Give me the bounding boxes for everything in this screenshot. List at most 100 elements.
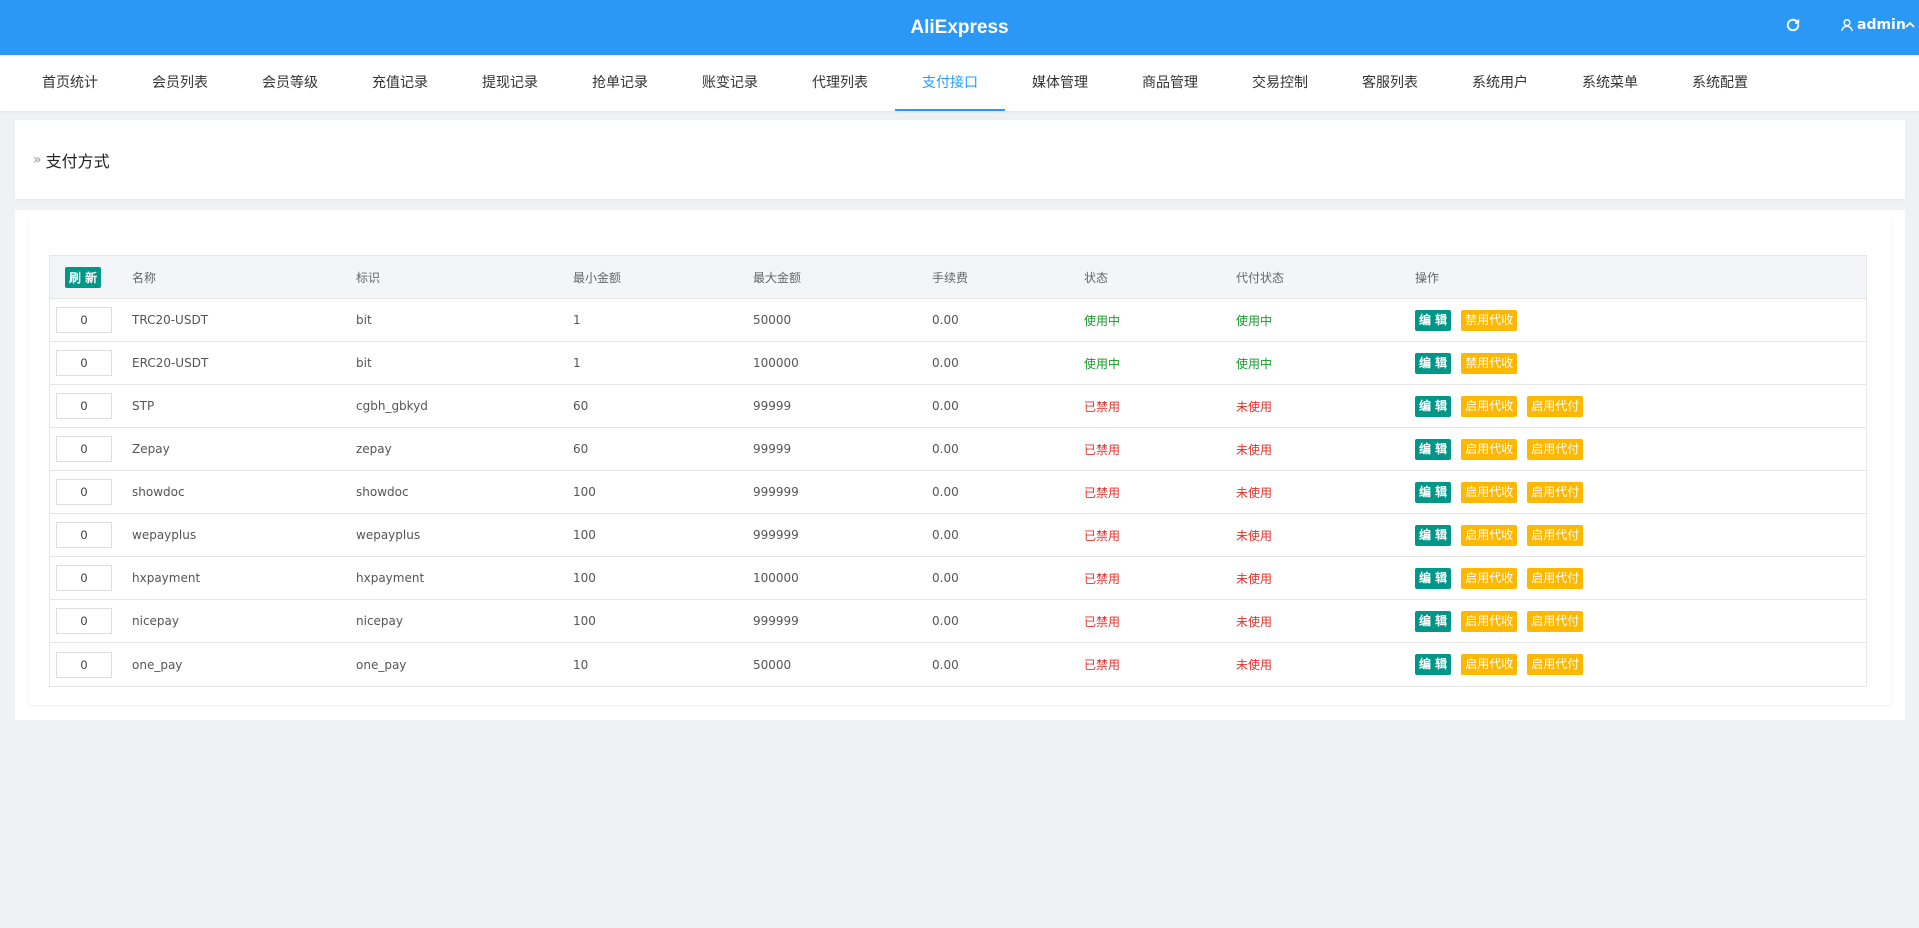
cell-code: hxpayment bbox=[356, 571, 425, 585]
toggle-collect-button[interactable]: 启用代收 bbox=[1461, 567, 1518, 589]
sort-input[interactable] bbox=[56, 479, 112, 505]
edit-button[interactable]: 编 辑 bbox=[1415, 481, 1452, 503]
toggle-collect-button[interactable]: 禁用代收 bbox=[1461, 352, 1518, 374]
cell-fee: 0.00 bbox=[932, 399, 959, 413]
table-card: 刷 新 名称 标识 最小金额 最大金额 手续费 状态 代付状态 操作 TRC20… bbox=[29, 215, 1891, 705]
edit-button[interactable]: 编 辑 bbox=[1415, 567, 1452, 589]
col-header-payout-status: 代付状态 bbox=[1236, 270, 1285, 285]
cell-payout-status: 未使用 bbox=[1236, 442, 1273, 457]
refresh-icon[interactable] bbox=[1784, 16, 1802, 34]
cell-max-amount: 100000 bbox=[753, 571, 799, 585]
toggle-payout-button[interactable]: 启用代付 bbox=[1527, 438, 1584, 460]
nav-item[interactable]: 媒体管理 bbox=[1005, 55, 1115, 111]
cell-actions: 编 辑启用代收 启用代付 bbox=[1415, 557, 1584, 599]
nav-item[interactable]: 首页统计 bbox=[15, 55, 125, 111]
cell-status: 已禁用 bbox=[1084, 442, 1121, 457]
sort-input[interactable] bbox=[56, 608, 112, 634]
toggle-collect-button[interactable]: 启用代收 bbox=[1461, 481, 1518, 503]
toggle-collect-button[interactable]: 禁用代收 bbox=[1461, 309, 1518, 331]
sort-input[interactable] bbox=[56, 651, 112, 678]
toggle-payout-button[interactable]: 启用代付 bbox=[1527, 610, 1584, 632]
sort-input[interactable] bbox=[56, 565, 112, 591]
cell-code: bit bbox=[356, 313, 372, 327]
table-row: TRC20-USDT bit 1 50000 0.00 使用中 使用中 编 辑禁用代收 bbox=[50, 299, 1866, 342]
cell-payout-status: 未使用 bbox=[1236, 485, 1273, 500]
refresh-button[interactable]: 刷 新 bbox=[65, 266, 102, 288]
toggle-collect-button[interactable]: 启用代收 bbox=[1461, 654, 1518, 675]
nav-item[interactable]: 商品管理 bbox=[1115, 55, 1225, 111]
toggle-payout-button[interactable]: 启用代付 bbox=[1527, 481, 1584, 503]
toggle-payout-button[interactable]: 启用代付 bbox=[1527, 395, 1584, 417]
cell-min-amount: 1 bbox=[573, 313, 581, 327]
cell-fee: 0.00 bbox=[932, 614, 959, 628]
table-header-row: 刷 新 名称 标识 最小金额 最大金额 手续费 状态 代付状态 操作 bbox=[50, 256, 1866, 299]
page-title: 支付方式 bbox=[45, 151, 110, 171]
edit-button[interactable]: 编 辑 bbox=[1415, 309, 1452, 331]
chevron-up-icon bbox=[1905, 21, 1915, 28]
nav-item[interactable]: 会员等级 bbox=[235, 55, 345, 111]
nav-item[interactable]: 客服列表 bbox=[1335, 55, 1445, 111]
sort-input[interactable] bbox=[56, 350, 112, 376]
cell-code: nicepay bbox=[356, 614, 403, 628]
cell-fee: 0.00 bbox=[932, 313, 959, 327]
table-row: wepayplus wepayplus 100 999999 0.00 已禁用 未使用 编 辑… bbox=[50, 514, 1866, 557]
edit-button[interactable]: 编 辑 bbox=[1415, 395, 1452, 417]
cell-name: hxpayment bbox=[132, 571, 201, 585]
col-header-max: 最大金额 bbox=[753, 270, 802, 285]
nav-item[interactable]: 交易控制 bbox=[1225, 55, 1335, 111]
table-row: nicepay nicepay 100 999999 0.00 已禁用 未使用 编 辑启用代收… bbox=[50, 600, 1866, 643]
cell-fee: 0.00 bbox=[932, 485, 959, 499]
cell-payout-status: 未使用 bbox=[1236, 399, 1273, 414]
cell-actions: 编 辑启用代收 启用代付 bbox=[1415, 385, 1584, 427]
sort-cell bbox=[56, 299, 112, 341]
edit-button[interactable]: 编 辑 bbox=[1415, 438, 1452, 460]
nav-item[interactable]: 支付接口 bbox=[895, 55, 1005, 111]
cell-name: nicepay bbox=[132, 614, 179, 628]
toggle-payout-button[interactable]: 启用代付 bbox=[1527, 654, 1584, 675]
cell-max-amount: 99999 bbox=[753, 442, 792, 456]
cell-code: zepay bbox=[356, 442, 392, 456]
toggle-payout-button[interactable]: 启用代付 bbox=[1527, 524, 1584, 546]
user-menu[interactable]: admin bbox=[1840, 17, 1915, 33]
cell-status: 使用中 bbox=[1084, 313, 1121, 328]
toggle-collect-button[interactable]: 启用代收 bbox=[1461, 610, 1518, 632]
cell-min-amount: 100 bbox=[573, 614, 596, 628]
edit-button[interactable]: 编 辑 bbox=[1415, 610, 1452, 632]
nav-item[interactable]: 系统配置 bbox=[1665, 55, 1775, 111]
table-row: hxpayment hxpayment 100 100000 0.00 已禁用 未使用 编 辑… bbox=[50, 557, 1866, 600]
nav-item[interactable]: 代理列表 bbox=[785, 55, 895, 111]
cell-max-amount: 999999 bbox=[753, 485, 799, 499]
cell-max-amount: 999999 bbox=[753, 528, 799, 542]
nav-item[interactable]: 系统用户 bbox=[1445, 55, 1555, 111]
sort-input[interactable] bbox=[56, 522, 112, 548]
nav-item[interactable]: 抢单记录 bbox=[565, 55, 675, 111]
edit-button[interactable]: 编 辑 bbox=[1415, 654, 1452, 675]
toggle-payout-button[interactable]: 启用代付 bbox=[1527, 567, 1584, 589]
table-row: one_pay one_pay 10 50000 0.00 已禁用 未使用 编 辑启用代收启用… bbox=[50, 643, 1866, 686]
col-header-status: 状态 bbox=[1084, 270, 1109, 285]
edit-button[interactable]: 编 辑 bbox=[1415, 352, 1452, 374]
cell-min-amount: 60 bbox=[573, 442, 589, 456]
cell-min-amount: 10 bbox=[573, 657, 589, 672]
sort-input[interactable] bbox=[56, 436, 112, 462]
toggle-collect-button[interactable]: 启用代收 bbox=[1461, 438, 1518, 460]
nav-item[interactable]: 提现记录 bbox=[455, 55, 565, 111]
nav-item[interactable]: 充值记录 bbox=[345, 55, 455, 111]
nav-item[interactable]: 系统菜单 bbox=[1555, 55, 1665, 111]
nav-item[interactable]: 会员列表 bbox=[125, 55, 235, 111]
table-row: Zepay zepay 60 99999 0.00 已禁用 未使用 编 辑启用代收启用代付 bbox=[50, 428, 1866, 471]
cell-status: 已禁用 bbox=[1084, 485, 1121, 500]
cell-min-amount: 100 bbox=[573, 485, 596, 499]
edit-button[interactable]: 编 辑 bbox=[1415, 524, 1452, 546]
sort-cell bbox=[56, 471, 112, 513]
cell-status: 使用中 bbox=[1084, 356, 1121, 371]
sort-input[interactable] bbox=[56, 393, 112, 419]
toggle-collect-button[interactable]: 启用代收 bbox=[1461, 395, 1518, 417]
sort-input[interactable] bbox=[56, 307, 112, 333]
toggle-collect-button[interactable]: 启用代收 bbox=[1461, 524, 1518, 546]
cell-code: cgbh_gbkyd bbox=[356, 399, 428, 413]
nav-item[interactable]: 账变记录 bbox=[675, 55, 785, 111]
cell-max-amount: 50000 bbox=[753, 657, 792, 672]
cell-fee: 0.00 bbox=[932, 356, 959, 370]
cell-name: ERC20-USDT bbox=[132, 356, 209, 370]
